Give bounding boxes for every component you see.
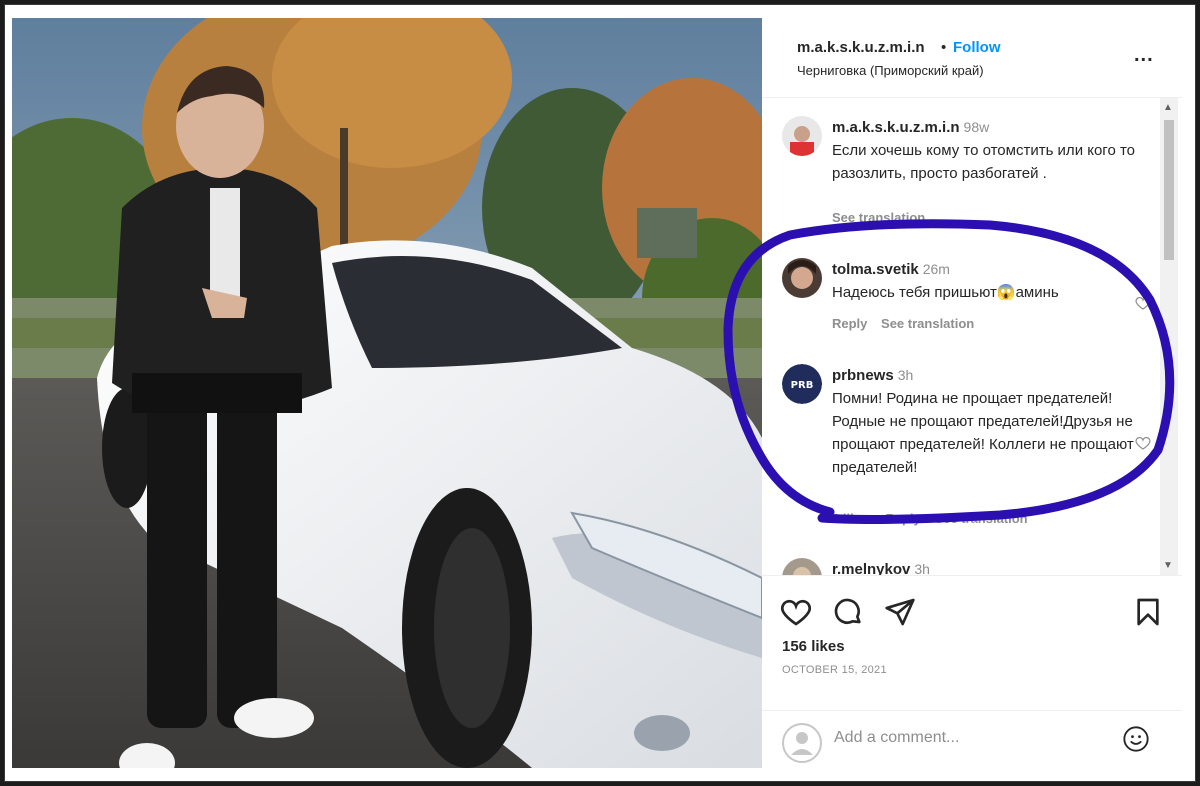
comment-time[interactable]: 98w: [964, 119, 990, 135]
like-heart-icon[interactable]: [780, 596, 812, 628]
header-separator: •: [941, 39, 947, 56]
scroll-down-arrow-icon[interactable]: ▼: [1163, 560, 1173, 571]
comment-item: m.a.k.s.k.u.z.m.i.n 98w Если хочешь кому …: [782, 116, 1152, 226]
comment-username[interactable]: r.melnykov: [832, 561, 910, 575]
comments-list[interactable]: m.a.k.s.k.u.z.m.i.n 98w Если хочешь кому …: [762, 98, 1182, 575]
likes-count[interactable]: 156 likes: [782, 638, 845, 655]
see-translation-link[interactable]: See translation: [934, 511, 1027, 526]
comment-meta: 3 likes Reply See translation: [832, 511, 1038, 526]
comment-username[interactable]: m.a.k.s.k.u.z.m.i.n: [832, 119, 960, 136]
comment-time[interactable]: 3h: [914, 561, 930, 575]
user-avatar-placeholder-icon: [782, 723, 822, 763]
comment-item: tolma.svetik 26m Надеюсь тебя пришьют😱ами…: [782, 258, 1152, 338]
comment-username[interactable]: prbnews: [832, 367, 894, 384]
comment-username[interactable]: tolma.svetik: [832, 261, 919, 278]
comment-body: Если хочешь кому то отомстить или кого т…: [832, 142, 1136, 182]
avatar[interactable]: PRB: [782, 364, 822, 404]
header-location[interactable]: Черниговка (Приморский край): [797, 63, 984, 78]
avatar-badge-text: PRB: [791, 380, 814, 391]
comment-text: r.melnykov 3h: [832, 558, 1142, 575]
comment-body: Надеюсь тебя пришьют😱аминь: [832, 284, 1059, 301]
emoji-smiley-icon[interactable]: [1122, 725, 1150, 753]
comment-item: r.melnykov 3h: [782, 558, 1152, 575]
like-comment-heart-icon[interactable]: [1134, 294, 1152, 312]
avatar[interactable]: [782, 116, 822, 156]
comment-item: PRB prbnews 3h Помни! Родина не прощает п…: [782, 364, 1152, 526]
save-bookmark-icon[interactable]: [1132, 596, 1164, 628]
follow-button[interactable]: Follow: [953, 39, 1001, 56]
scrollbar-thumb[interactable]: [1164, 120, 1174, 260]
header-username[interactable]: m.a.k.s.k.u.z.m.i.n: [797, 39, 925, 56]
comment-bubble-icon[interactable]: [832, 596, 864, 628]
comment-meta: Reply See translation: [832, 316, 984, 331]
add-comment-bar: [762, 710, 1182, 768]
avatar[interactable]: [782, 558, 822, 575]
reply-link[interactable]: Reply: [832, 316, 867, 331]
add-comment-input[interactable]: [834, 723, 1114, 753]
comment-text: m.a.k.s.k.u.z.m.i.n 98w Если хочешь кому …: [832, 116, 1142, 185]
comment-text: tolma.svetik 26m Надеюсь тебя пришьют😱ами…: [832, 258, 1142, 304]
comment-text: prbnews 3h Помни! Родина не прощает преда…: [832, 364, 1142, 479]
post-photo[interactable]: [12, 18, 762, 768]
comments-scrollbar[interactable]: ▲ ▼: [1160, 98, 1178, 575]
see-translation-link[interactable]: See translation: [832, 210, 925, 225]
comment-body: Помни! Родина не прощает предателей! Род…: [832, 390, 1134, 476]
post-side-panel: m.a.k.s.k.u.z.m.i.n • Follow Черниговка …: [762, 18, 1182, 768]
post-header: m.a.k.s.k.u.z.m.i.n • Follow Черниговка …: [762, 18, 1182, 98]
post-date[interactable]: OCTOBER 15, 2021: [782, 664, 887, 676]
comment-likes-link[interactable]: 3 likes: [832, 511, 872, 526]
share-paper-plane-icon[interactable]: [884, 596, 916, 628]
scroll-up-arrow-icon[interactable]: ▲: [1163, 102, 1173, 113]
post-actions: 156 likes OCTOBER 15, 2021: [762, 575, 1182, 725]
more-options-icon[interactable]: ...: [1134, 45, 1154, 65]
avatar[interactable]: [782, 258, 822, 298]
comment-time[interactable]: 26m: [923, 261, 950, 277]
see-translation-link[interactable]: See translation: [881, 316, 974, 331]
reply-link[interactable]: Reply: [885, 511, 920, 526]
comment-meta: See translation: [832, 210, 935, 225]
like-comment-heart-icon[interactable]: [1134, 434, 1152, 452]
comment-time[interactable]: 3h: [898, 367, 914, 383]
